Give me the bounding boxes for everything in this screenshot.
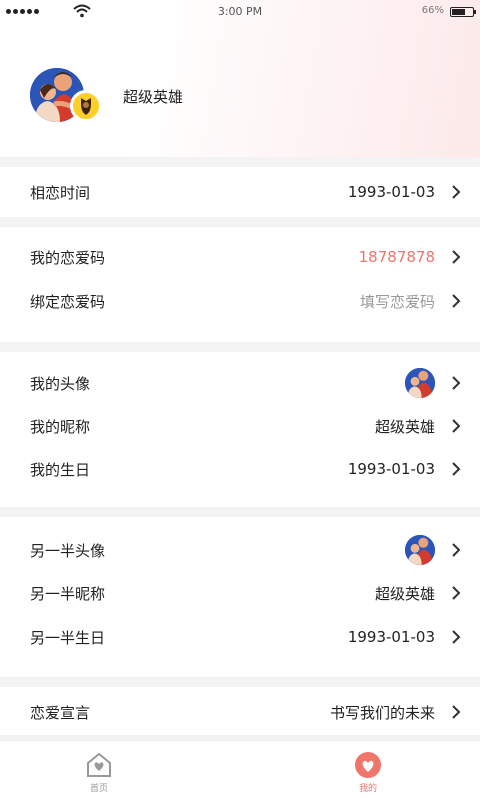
bottom-tab-bar: 首页 我的 (0, 740, 480, 800)
tab-mine[interactable]: 我的 (338, 751, 398, 799)
section-love-time: 相恋时间 1993-01-03 (0, 167, 480, 217)
section-declaration: 恋爱宣言 书写我们的未来 (0, 687, 480, 735)
row-declaration[interactable]: 恋爱宣言 书写我们的未来 (0, 692, 480, 732)
chevron-right-icon (452, 376, 461, 390)
row-label: 绑定恋爱码 (30, 292, 106, 311)
chevron-right-icon (452, 630, 461, 644)
mine-heart-icon (355, 752, 381, 778)
row-value: 超级英雄 (374, 417, 435, 436)
my-avatar-thumb (405, 368, 435, 398)
chevron-right-icon (452, 543, 461, 557)
row-label: 另一半生日 (30, 628, 106, 647)
section-love-code: 我的恋爱码 18787878 绑定恋爱码 填写恋爱码 (0, 227, 480, 342)
chevron-right-icon (452, 586, 461, 600)
row-love-time[interactable]: 相恋时间 1993-01-03 (0, 172, 480, 212)
chevron-right-icon (452, 705, 461, 719)
row-partner-nickname[interactable]: 另一半昵称 超级英雄 (0, 573, 480, 613)
chevron-right-icon (452, 250, 461, 264)
row-label: 我的恋爱码 (30, 248, 106, 267)
row-value: 超级英雄 (374, 584, 435, 603)
row-my-nickname[interactable]: 我的昵称 超级英雄 (0, 406, 480, 446)
chevron-right-icon (452, 294, 461, 308)
row-partner-birthday[interactable]: 另一半生日 1993-01-03 (0, 617, 480, 657)
row-label: 另一半头像 (30, 541, 106, 560)
row-label: 我的头像 (30, 374, 91, 393)
status-time: 3:00 PM (217, 5, 263, 18)
chevron-right-icon (452, 462, 461, 476)
bind-code-placeholder: 填写恋爱码 (359, 292, 435, 311)
row-bind-code[interactable]: 绑定恋爱码 填写恋爱码 (0, 281, 480, 321)
battery-percent: 66% (421, 5, 444, 16)
guardian-badge-icon (70, 90, 102, 122)
row-my-avatar[interactable]: 我的头像 (0, 363, 480, 403)
row-value: 1993-01-03 (347, 183, 435, 201)
section-my-info: 我的头像 我的昵称 超级英雄 我的生日 1993-01-03 (0, 352, 480, 507)
row-label: 我的生日 (30, 460, 91, 479)
love-code-value: 18787878 (358, 248, 435, 266)
status-bar: 3:00 PM 66% (0, 0, 480, 24)
row-label: 恋爱宣言 (30, 703, 91, 722)
tab-label: 首页 (89, 784, 108, 794)
battery-icon (450, 7, 476, 17)
row-value: 1993-01-03 (347, 460, 435, 478)
row-my-code[interactable]: 我的恋爱码 18787878 (0, 237, 480, 277)
home-heart-icon (87, 752, 111, 777)
profile-avatar-group[interactable] (30, 68, 102, 123)
tab-label: 我的 (358, 784, 377, 794)
partner-avatar-thumb (405, 535, 435, 565)
profile-name: 超级英雄 (123, 88, 184, 106)
row-value: 书写我们的未来 (329, 703, 435, 722)
section-partner-info: 另一半头像 另一半昵称 超级英雄 另一半生日 1993-01-03 (0, 517, 480, 677)
row-label: 相恋时间 (30, 183, 91, 202)
row-partner-avatar[interactable]: 另一半头像 (0, 530, 480, 570)
row-my-birthday[interactable]: 我的生日 1993-01-03 (0, 449, 480, 489)
row-value: 1993-01-03 (347, 628, 435, 646)
row-label: 我的昵称 (30, 417, 91, 436)
tab-home[interactable]: 首页 (69, 751, 129, 799)
chevron-right-icon (452, 419, 461, 433)
chevron-right-icon (452, 185, 461, 199)
row-label: 另一半昵称 (30, 584, 106, 603)
